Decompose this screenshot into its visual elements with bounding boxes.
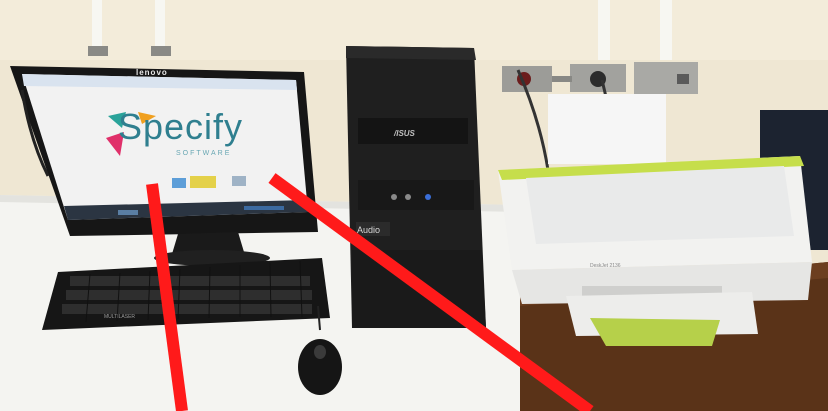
screen-logo-text: Specify xyxy=(118,106,244,147)
tower-brand: /ISUS xyxy=(394,129,415,138)
printer-lid xyxy=(526,166,794,244)
monitor-brand: lenovo xyxy=(136,68,168,77)
printer-paper-input xyxy=(548,94,666,164)
tower-front-label: Audio xyxy=(357,225,381,235)
screen-logo-subtext: SOFTWARE xyxy=(176,150,232,157)
wall-outlets xyxy=(502,62,698,94)
printer-brand: DeskJet 2136 xyxy=(590,263,621,269)
scene: lenovo Specify SOFTWARE /ISUS Audio Desk… xyxy=(0,0,828,411)
green-paper xyxy=(590,318,720,346)
keyboard-brand: MULTILASER xyxy=(104,314,136,320)
photo-layer xyxy=(0,0,828,411)
